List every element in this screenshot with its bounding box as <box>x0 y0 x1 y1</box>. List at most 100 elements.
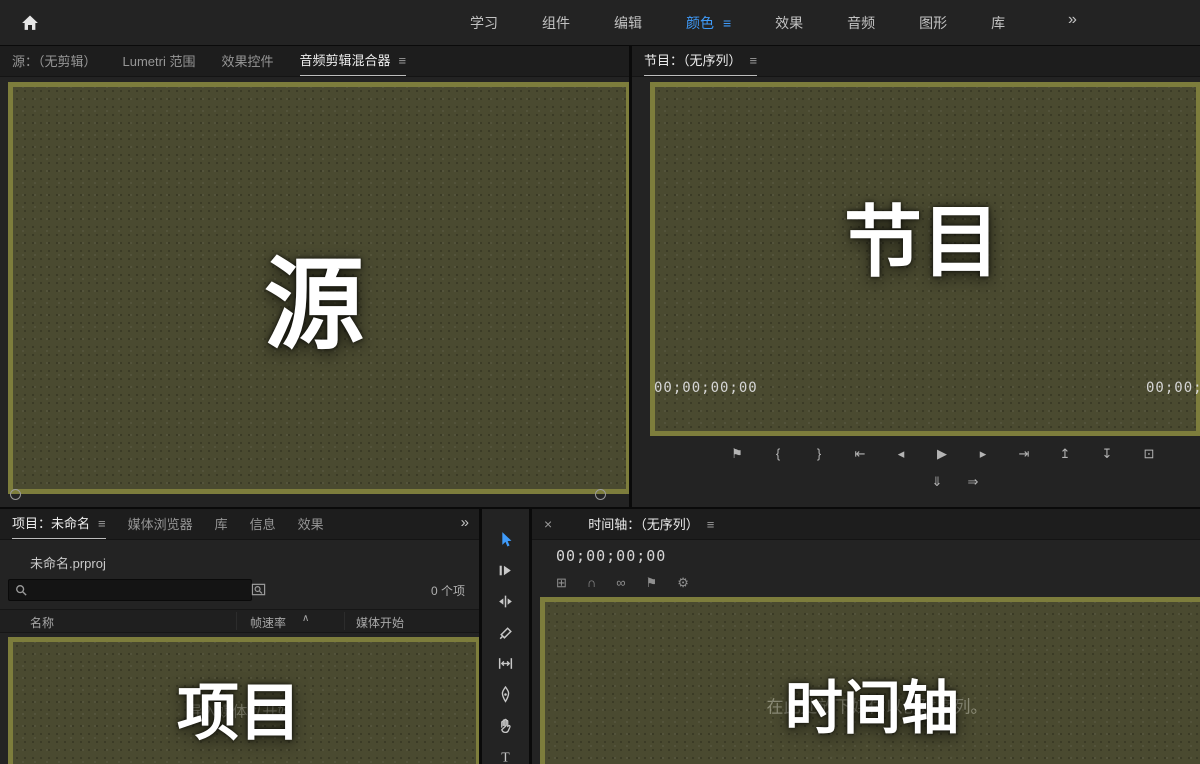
type-tool[interactable]: T <box>491 744 521 764</box>
workspace-tab-learn[interactable]: 学习 <box>470 13 498 33</box>
snap-icon[interactable]: ∩ <box>587 575 596 591</box>
step-back-button[interactable]: ◂ <box>892 444 910 464</box>
svg-text:T: T <box>501 749 510 764</box>
tab-media-browser[interactable]: 媒体浏览器 <box>128 510 193 539</box>
workspace-tab-effects[interactable]: 效果 <box>775 13 803 33</box>
panel-menu-icon[interactable]: ≡ <box>98 509 106 538</box>
selection-tool-icon <box>497 531 514 548</box>
timeline-panel: × 时间轴：（无序列） ≡ 00;00;00;00 ⊞ ∩ ∞ ⚑ ⚙ 在此处放… <box>532 509 1200 764</box>
timeline-settings-icon[interactable]: ⚙ <box>677 575 689 591</box>
project-panel: 项目：未命名 ≡ 媒体浏览器 库 信息 效果 » 未命名.prproj 0 个项… <box>0 509 479 764</box>
tools-panel: T <box>482 509 529 764</box>
tab-timeline-no-sequence[interactable]: 时间轴：（无序列） ≡ <box>588 510 714 539</box>
selection-tool[interactable] <box>491 527 521 551</box>
workspace-tab-libraries[interactable]: 库 <box>991 13 1005 33</box>
timeline-toolbar: ⊞ ∩ ∞ ⚑ ⚙ <box>556 575 689 591</box>
column-name[interactable]: 名称 <box>30 614 54 631</box>
workspace-tab-audio[interactable]: 音频 <box>847 13 875 33</box>
program-transport-controls: ⚑ { } ⇤ ◂ ▶ ▸ ⇥ <box>728 444 1033 464</box>
search-icon <box>15 584 27 596</box>
timeline-panel-tabbar: × 时间轴：（无序列） ≡ <box>532 509 1200 540</box>
panel-menu-icon[interactable]: ≡ <box>750 46 758 75</box>
timeline-watermark: 时间轴 <box>785 661 959 745</box>
project-column-headers: 名称 帧速率 ∧ 媒体开始 <box>0 609 479 633</box>
go-to-in-button[interactable]: ⇤ <box>851 444 869 464</box>
program-transport-row2: ⇓ ⇒ <box>928 472 982 492</box>
home-button[interactable] <box>16 9 44 37</box>
workspace-tabs: 学习 组件 编辑 颜色 ≡ 效果 音频 图形 库 <box>470 0 1005 45</box>
add-marker-button[interactable]: ⚑ <box>728 444 746 464</box>
tools-column: T <box>482 509 529 764</box>
linked-selection-icon[interactable]: ∞ <box>616 575 625 591</box>
search-input[interactable] <box>32 582 245 598</box>
sort-ascending-icon[interactable]: ∧ <box>302 613 309 624</box>
app-topbar: 学习 组件 编辑 颜色 ≡ 效果 音频 图形 库 » <box>0 0 1200 46</box>
project-filename: 未命名.prproj <box>30 553 106 572</box>
hand-tool-icon <box>497 717 514 734</box>
mark-out-button[interactable]: } <box>810 444 828 464</box>
workspace-tab-assembly[interactable]: 组件 <box>542 13 570 33</box>
workspace-tab-edit[interactable]: 编辑 <box>614 13 642 33</box>
panel-overflow-icon[interactable]: » <box>461 514 469 531</box>
type-tool-icon: T <box>497 748 514 764</box>
program-panel-tabbar: 节目：（无序列） ≡ <box>632 46 1200 77</box>
timeline-current-timecode[interactable]: 00;00;00;00 <box>556 547 666 565</box>
tab-audio-clip-mixer[interactable]: 音频剪辑混合器 ≡ <box>300 46 407 76</box>
tab-label: 节目：（无序列） <box>644 46 742 75</box>
panel-menu-icon[interactable]: ≡ <box>707 510 715 539</box>
track-select-forward-tool[interactable] <box>491 558 521 582</box>
scrollbar-handle-left[interactable] <box>10 489 21 500</box>
scrollbar-handle-right[interactable] <box>595 489 606 500</box>
overwrite-button[interactable]: ⇒ <box>964 472 982 492</box>
column-separator[interactable] <box>344 612 345 630</box>
go-to-out-button[interactable]: ⇥ <box>1015 444 1033 464</box>
workspace-tab-color[interactable]: 颜色 ≡ <box>686 13 731 33</box>
project-panel-tabbar: 项目：未命名 ≡ 媒体浏览器 库 信息 效果 » <box>0 509 479 540</box>
program-transport-right-group: ↥ ↧ ⊡ <box>1056 444 1158 464</box>
add-marker-icon[interactable]: ⚑ <box>646 575 658 591</box>
program-duration-timecode: 00;00;00;00 <box>1146 380 1200 396</box>
pen-tool-icon <box>497 686 514 703</box>
create-search-bin-button[interactable] <box>248 579 268 599</box>
razor-tool-icon <box>497 624 514 641</box>
tab-effect-controls[interactable]: 效果控件 <box>221 47 273 76</box>
track-select-forward-icon <box>497 562 514 579</box>
step-forward-button[interactable]: ▸ <box>974 444 992 464</box>
workspace-tab-label: 颜色 <box>686 13 714 33</box>
hand-tool[interactable] <box>491 713 521 737</box>
program-watermark: 节目 <box>844 180 1000 292</box>
column-media-start[interactable]: 媒体开始 <box>356 614 404 631</box>
slip-tool-icon <box>497 655 514 672</box>
export-frame-button[interactable]: ⊡ <box>1140 444 1158 464</box>
project-watermark: 项目 <box>177 662 301 752</box>
razor-tool[interactable] <box>491 620 521 644</box>
column-framerate[interactable]: 帧速率 <box>250 614 286 631</box>
tab-libraries[interactable]: 库 <box>215 510 228 539</box>
extract-button[interactable]: ↧ <box>1098 444 1116 464</box>
source-panel-tabbar: 源：（无剪辑） Lumetri 范围 效果控件 音频剪辑混合器 ≡ <box>0 46 629 77</box>
workspace-tab-graphics[interactable]: 图形 <box>919 13 947 33</box>
tab-info[interactable]: 信息 <box>250 510 276 539</box>
play-button[interactable]: ▶ <box>933 444 951 464</box>
pen-tool[interactable] <box>491 682 521 706</box>
panel-menu-icon[interactable]: ≡ <box>399 46 407 75</box>
panel-close-icon[interactable]: × <box>544 516 552 532</box>
source-watermark: 源 <box>264 224 364 369</box>
lift-button[interactable]: ↥ <box>1056 444 1074 464</box>
project-search-box <box>8 579 252 601</box>
workspace-menu-icon[interactable]: ≡ <box>723 15 731 31</box>
tab-lumetri-scopes[interactable]: Lumetri 范围 <box>123 47 196 76</box>
tab-program-no-sequence[interactable]: 节目：（无序列） ≡ <box>644 46 757 76</box>
column-separator[interactable] <box>236 612 237 630</box>
workspace-overflow-icon[interactable]: » <box>1068 11 1077 29</box>
slip-tool[interactable] <box>491 651 521 675</box>
insert-overwrite-toggle-icon[interactable]: ⊞ <box>556 575 567 591</box>
ripple-edit-tool[interactable] <box>491 589 521 613</box>
tab-label: 时间轴：（无序列） <box>588 510 699 539</box>
program-current-timecode[interactable]: 00;00;00;00 <box>654 380 758 396</box>
tab-project-untitled[interactable]: 项目：未命名 ≡ <box>12 509 106 539</box>
insert-button[interactable]: ⇓ <box>928 472 946 492</box>
mark-in-button[interactable]: { <box>769 444 787 464</box>
tab-source-no-clip[interactable]: 源：（无剪辑） <box>12 47 97 76</box>
tab-effects[interactable]: 效果 <box>298 510 324 539</box>
